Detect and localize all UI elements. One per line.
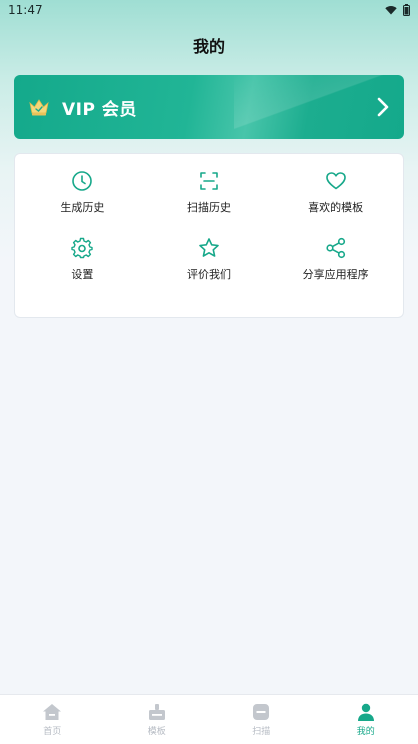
scan-tab-icon	[253, 704, 270, 720]
gear-icon	[71, 237, 94, 258]
menu-item-label: 喜欢的模板	[308, 201, 364, 214]
scan-icon	[200, 172, 218, 190]
menu-item-label: 扫描历史	[186, 201, 231, 214]
menu-item-label: 分享应用程序	[302, 267, 369, 281]
menu-item-settings[interactable]: 设置	[19, 237, 146, 304]
page-title: 我的	[192, 37, 225, 56]
menu-item-label: 评价我们	[186, 267, 231, 281]
menu-item-label: 设置	[71, 267, 94, 281]
tab-label: 扫描	[252, 727, 271, 737]
status-bar: 11:47	[0, 0, 418, 20]
tab-label: 首页	[43, 727, 62, 737]
menu-item-scan-history[interactable]: 扫描历史	[146, 170, 273, 237]
home-icon	[43, 704, 62, 720]
menu-item-generate-history[interactable]: 生成历史	[19, 170, 146, 237]
share-icon	[326, 237, 345, 258]
menu-item-label: 生成历史	[60, 201, 105, 214]
heart-icon	[325, 172, 346, 190]
menu-item-rate-us[interactable]: 评价我们	[146, 237, 273, 304]
template-icon	[148, 704, 165, 720]
bottom-tab-bar: 首页 模板 扫描 我的	[0, 694, 418, 744]
crown-icon	[29, 99, 49, 116]
tab-profile[interactable]: 我的	[314, 695, 418, 744]
vip-banner[interactable]: VIP 会员	[14, 75, 404, 139]
person-icon	[357, 703, 374, 721]
menu-item-share-app[interactable]: 分享应用程序	[272, 237, 399, 304]
battery-icon	[403, 4, 410, 16]
tab-home[interactable]: 首页	[0, 695, 105, 744]
tab-templates[interactable]: 模板	[105, 695, 210, 744]
chevron-right-icon	[377, 97, 389, 117]
wifi-icon	[385, 5, 397, 15]
tab-scan[interactable]: 扫描	[209, 695, 314, 744]
vip-label: VIP 会员	[62, 99, 137, 120]
tab-label: 模板	[147, 727, 166, 737]
menu-item-favorite-templates[interactable]: 喜欢的模板	[272, 170, 399, 237]
status-time: 11:47	[8, 3, 43, 17]
clock-icon	[72, 171, 93, 191]
status-icons	[385, 4, 410, 16]
star-icon	[199, 237, 219, 257]
menu-card: 生成历史 扫描历史 喜欢的模板 设置 评价我们 分享应用程序	[14, 153, 404, 318]
tab-label: 我的	[356, 727, 375, 737]
